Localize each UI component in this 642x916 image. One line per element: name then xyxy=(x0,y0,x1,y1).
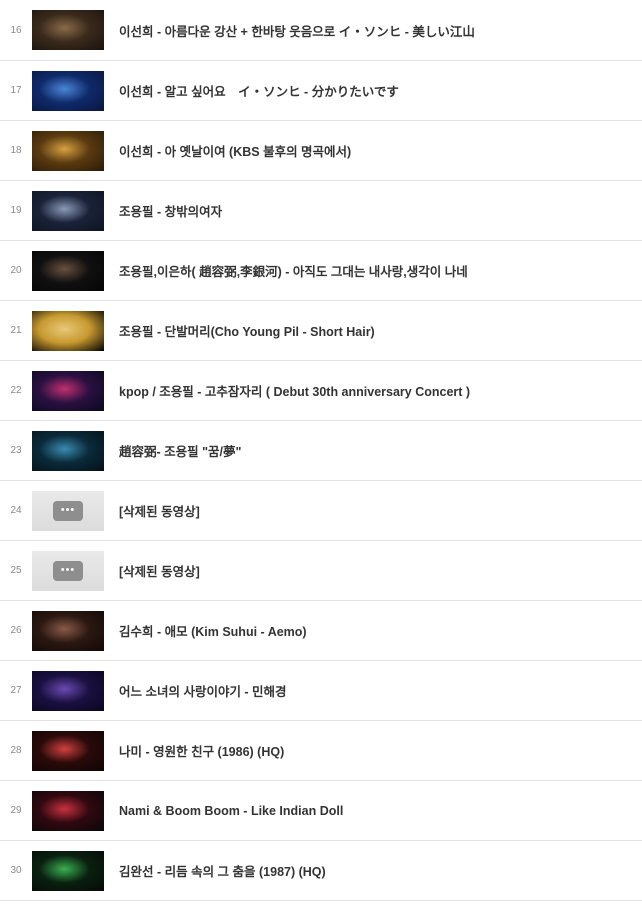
playlist-item-title[interactable]: [삭제된 동영상] xyxy=(119,541,634,600)
playlist-item-index: 26 xyxy=(10,625,22,636)
playlist-item-index: 21 xyxy=(10,325,22,336)
playlist-item-index: 22 xyxy=(10,385,22,396)
video-thumbnail[interactable] xyxy=(32,10,104,50)
more-icon: ••• xyxy=(53,500,83,521)
playlist-item-title[interactable]: 趙容弼- 조용필 "꿈/夢" xyxy=(119,421,634,480)
playlist-item-title[interactable]: 나미 - 영원한 친구 (1986) (HQ) xyxy=(119,721,634,780)
playlist-item-index: 17 xyxy=(10,85,22,96)
playlist-item-index: 19 xyxy=(10,205,22,216)
deleted-video-thumbnail[interactable]: ••• xyxy=(32,550,104,591)
playlist-item-title[interactable]: 어느 소녀의 사랑이야기 - 민해경 xyxy=(119,661,634,720)
playlist-item[interactable]: 27 어느 소녀의 사랑이야기 - 민해경 xyxy=(0,661,642,721)
playlist-item-title[interactable]: Nami & Boom Boom - Like Indian Doll xyxy=(119,781,634,840)
playlist-item-title[interactable]: [삭제된 동영상] xyxy=(119,481,634,540)
playlist-item-title[interactable]: 조용필 - 단발머리(Cho Young Pil - Short Hair) xyxy=(119,301,634,360)
video-thumbnail[interactable] xyxy=(32,130,104,171)
playlist-item-title[interactable]: 이선희 - 알고 싶어요 イ・ソンヒ - 分かりたいです xyxy=(119,61,634,120)
playlist-item[interactable]: 28 나미 - 영원한 친구 (1986) (HQ) xyxy=(0,721,642,781)
playlist-item-index: 25 xyxy=(10,565,22,576)
playlist-item[interactable]: 29 Nami & Boom Boom - Like Indian Doll xyxy=(0,781,642,841)
video-thumbnail[interactable] xyxy=(32,610,104,651)
playlist-item-index: 18 xyxy=(10,145,22,156)
video-thumbnail[interactable] xyxy=(32,850,104,891)
playlist-item-index: 16 xyxy=(10,24,22,36)
video-thumbnail[interactable] xyxy=(32,370,104,411)
video-thumbnail[interactable] xyxy=(32,190,104,231)
playlist-item[interactable]: 16 이선희 - 아름다운 강산 + 한바탕 웃음으로 イ・ソンヒ - 美しい江山 xyxy=(0,0,642,61)
video-thumbnail[interactable] xyxy=(32,430,104,471)
playlist-item-title[interactable]: 조용필 - 창밖의여자 xyxy=(119,181,634,240)
playlist-item-index: 30 xyxy=(10,865,22,876)
playlist-item[interactable]: 25 ••• [삭제된 동영상] xyxy=(0,541,642,601)
playlist-item[interactable]: 30 김완선 - 리듬 속의 그 춤을 (1987) (HQ) xyxy=(0,841,642,901)
playlist-item-title[interactable]: 김수희 - 애모 (Kim Suhui - Aemo) xyxy=(119,601,634,660)
playlist-item[interactable]: 18 이선희 - 아 옛날이여 (KBS 불후의 명곡에서) xyxy=(0,121,642,181)
video-thumbnail[interactable] xyxy=(32,70,104,111)
playlist-item[interactable]: 17 이선희 - 알고 싶어요 イ・ソンヒ - 分かりたいです xyxy=(0,61,642,121)
more-icon: ••• xyxy=(53,560,83,581)
video-thumbnail[interactable] xyxy=(32,730,104,771)
playlist-item[interactable]: 26 김수희 - 애모 (Kim Suhui - Aemo) xyxy=(0,601,642,661)
deleted-video-thumbnail[interactable]: ••• xyxy=(32,490,104,531)
playlist-item[interactable]: 23 趙容弼- 조용필 "꿈/夢" xyxy=(0,421,642,481)
playlist: 16 이선희 - 아름다운 강산 + 한바탕 웃음으로 イ・ソンヒ - 美しい江山… xyxy=(0,0,642,901)
playlist-item-index: 28 xyxy=(10,745,22,756)
playlist-item[interactable]: 21 조용필 - 단발머리(Cho Young Pil - Short Hair) xyxy=(0,301,642,361)
playlist-item-title[interactable]: 김완선 - 리듬 속의 그 춤을 (1987) (HQ) xyxy=(119,841,634,900)
video-thumbnail[interactable] xyxy=(32,310,104,351)
video-thumbnail[interactable] xyxy=(32,790,104,831)
playlist-item[interactable]: 24 ••• [삭제된 동영상] xyxy=(0,481,642,541)
playlist-item[interactable]: 19 조용필 - 창밖의여자 xyxy=(0,181,642,241)
playlist-item-title[interactable]: 이선희 - 아름다운 강산 + 한바탕 웃음으로 イ・ソンヒ - 美しい江山 xyxy=(119,0,634,60)
playlist-item-title[interactable]: 조용필,이은하( 趙容弼,李銀河) - 아직도 그대는 내사랑,생각이 나네 xyxy=(119,241,634,300)
playlist-item[interactable]: 20 조용필,이은하( 趙容弼,李銀河) - 아직도 그대는 내사랑,생각이 나네 xyxy=(0,241,642,301)
playlist-item-title[interactable]: kpop / 조용필 - 고추잠자리 ( Debut 30th annivers… xyxy=(119,361,634,420)
playlist-item-title[interactable]: 이선희 - 아 옛날이여 (KBS 불후의 명곡에서) xyxy=(119,121,634,180)
playlist-item-index: 23 xyxy=(10,445,22,456)
playlist-item-index: 24 xyxy=(10,505,22,516)
playlist-item-index: 27 xyxy=(10,685,22,696)
playlist-item-index: 20 xyxy=(10,265,22,276)
playlist-item[interactable]: 22 kpop / 조용필 - 고추잠자리 ( Debut 30th annive… xyxy=(0,361,642,421)
video-thumbnail[interactable] xyxy=(32,250,104,291)
playlist-item-index: 29 xyxy=(10,805,22,816)
video-thumbnail[interactable] xyxy=(32,670,104,711)
